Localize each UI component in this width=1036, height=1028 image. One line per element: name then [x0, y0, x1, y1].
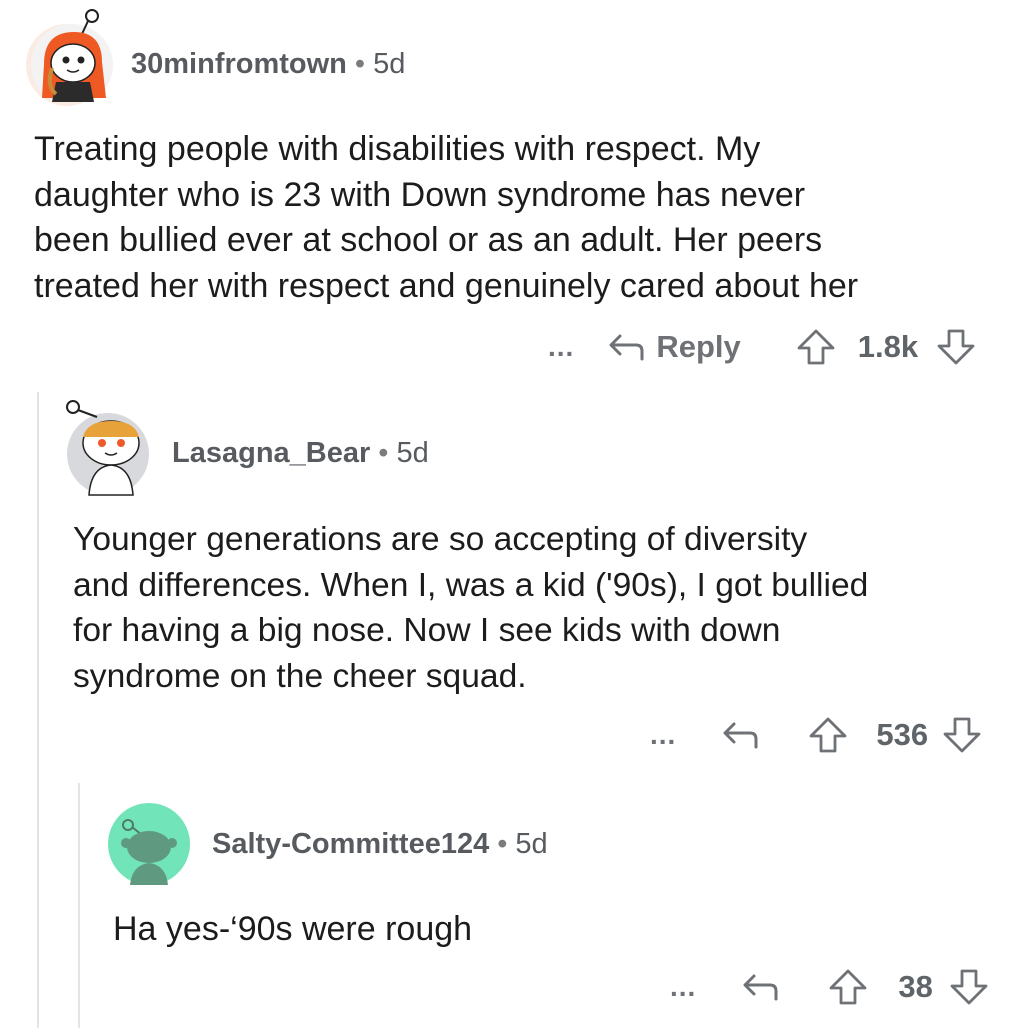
- comment-actions: ... 38: [670, 962, 989, 1012]
- comment-body-line: syndrome on the cheer squad.: [73, 657, 527, 695]
- downvote-arrow-icon: [950, 969, 988, 1005]
- comment-body-line: daughter who is 23 with Down syndrome ha…: [34, 175, 806, 214]
- upvote-arrow-icon: [829, 969, 867, 1005]
- vote-score: 536: [876, 717, 929, 752]
- reply-button[interactable]: Reply: [606, 329, 741, 365]
- downvote-arrow-icon: [937, 329, 975, 365]
- comment-body-line: for having a big nose. Now I see kids wi…: [73, 612, 781, 649]
- upvote-arrow-icon: [797, 329, 835, 365]
- user-avatar-icon: [121, 819, 177, 885]
- user-avatar-icon: [31, 9, 113, 102]
- comment-body-line: treated her with respect and genuinely c…: [34, 266, 859, 305]
- vote-score: 1.8k: [857, 329, 919, 364]
- upvote-button[interactable]: [808, 715, 848, 755]
- avatar[interactable]: [26, 9, 113, 106]
- comment-meta: 30minfromtown • 5d: [131, 48, 405, 81]
- thread-line-level-2[interactable]: [78, 783, 80, 1028]
- comment-age: 5d: [373, 48, 406, 80]
- comment-body-line: and differences. When I, was a kid ('90s…: [73, 566, 869, 604]
- comment-meta: Salty-Committee124 • 5d: [212, 828, 548, 861]
- thread-line-level-1[interactable]: [37, 392, 39, 1028]
- reply-arrow-icon: [743, 974, 778, 1001]
- meta-separator: •: [354, 48, 366, 80]
- meta-separator: •: [378, 437, 389, 469]
- comment-body: Treating people with disabilities with r…: [34, 127, 858, 309]
- reply-arrow-icon: [609, 334, 644, 361]
- reply-button[interactable]: [720, 717, 760, 753]
- more-options-button[interactable]: ...: [650, 719, 676, 751]
- comment-body-line: Younger generations are so accepting of …: [73, 521, 808, 558]
- upvote-button[interactable]: [796, 327, 836, 367]
- comment-age: 5d: [396, 437, 429, 469]
- reply-arrow-icon: [723, 722, 758, 749]
- comment-age: 5d: [515, 828, 548, 860]
- comment-body: Ha yes-‘90s were rough: [113, 907, 472, 953]
- upvote-button[interactable]: [828, 967, 868, 1007]
- comment-actions: ... 536: [650, 710, 982, 760]
- downvote-arrow-icon: [943, 717, 981, 753]
- more-options-button[interactable]: ...: [670, 971, 696, 1003]
- avatar[interactable]: [108, 803, 190, 885]
- downvote-button[interactable]: [942, 715, 982, 755]
- username-link[interactable]: Salty-Committee124: [212, 828, 489, 860]
- upvote-arrow-icon: [809, 717, 847, 753]
- more-options-button[interactable]: ...: [548, 331, 574, 363]
- username-link[interactable]: 30minfromtown: [131, 48, 347, 80]
- user-avatar-icon: [66, 400, 140, 496]
- comment-meta: Lasagna_Bear • 5d: [172, 437, 429, 470]
- reply-button[interactable]: [740, 969, 780, 1005]
- vote-score: 38: [898, 969, 933, 1004]
- avatar[interactable]: [66, 400, 149, 496]
- comment-body-line: Ha yes-‘90s were rough: [113, 910, 473, 948]
- comment-body: Younger generations are so accepting of …: [73, 517, 868, 699]
- downvote-button[interactable]: [936, 327, 976, 367]
- comment-body-line: Treating people with disabilities with r…: [34, 130, 761, 168]
- comment-actions: ... Reply 1.8k: [548, 322, 976, 372]
- meta-separator: •: [497, 828, 508, 860]
- reply-label: Reply: [656, 329, 741, 364]
- downvote-button[interactable]: [949, 967, 989, 1007]
- comment-body-line: been bullied ever at school or as an adu…: [34, 221, 823, 259]
- username-link[interactable]: Lasagna_Bear: [172, 437, 370, 469]
